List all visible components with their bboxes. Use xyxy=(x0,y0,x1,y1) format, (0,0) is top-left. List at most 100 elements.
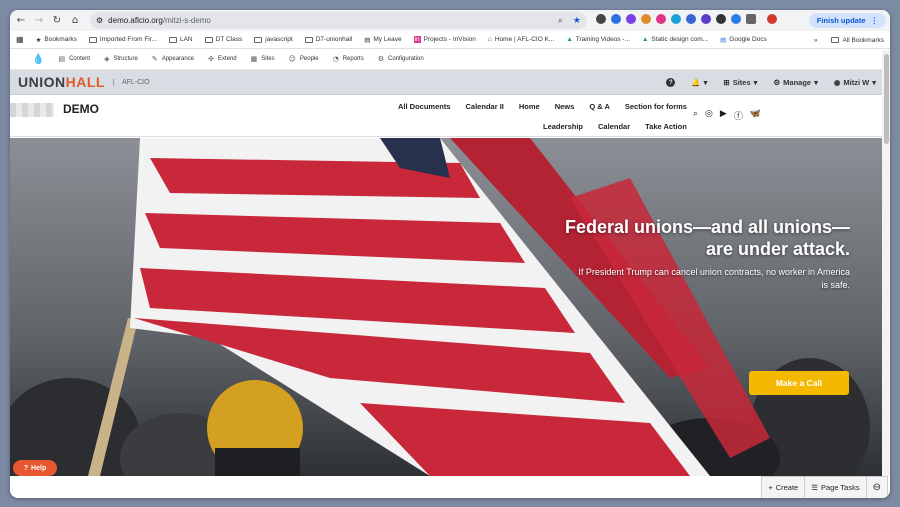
finish-update-button[interactable]: Finish update ⋮ xyxy=(808,13,886,28)
create-button[interactable]: + Create xyxy=(762,476,806,498)
admin-menu-configuration[interactable]: ⚙ Configuration xyxy=(378,55,424,63)
extension-icon[interactable] xyxy=(686,14,696,24)
apps-grid-icon[interactable]: ▦ xyxy=(16,35,24,44)
manage-menu-button[interactable]: ⚙ Manage ▾ xyxy=(773,78,817,87)
back-icon[interactable]: ← xyxy=(14,14,28,28)
extension-icon[interactable] xyxy=(641,14,651,24)
help-circle-icon[interactable]: ? xyxy=(666,78,676,87)
menu-item-calendar-ii[interactable]: Calendar II xyxy=(466,102,504,111)
site-name[interactable]: DEMO xyxy=(63,102,99,116)
admin-menu-label: Sites xyxy=(261,56,275,62)
drive-icon: ▲ xyxy=(641,36,649,43)
folder-icon xyxy=(88,36,97,43)
bookmark-folder[interactable]: Imported From Fir... xyxy=(88,36,157,43)
browser-toolbar: ← → ↻ ⌂ ⚙ demo.aflcio.org/mitzi-s-demo ⌕… xyxy=(10,10,890,31)
unionhall-logo[interactable]: UNIONHALL xyxy=(18,74,105,90)
instagram-icon[interactable]: ◎ xyxy=(705,109,713,122)
bookmark-folder[interactable]: D7-unionhall xyxy=(304,36,352,43)
user-name: Mitzi W xyxy=(843,78,870,87)
drupal-drop-icon[interactable]: 💧 xyxy=(32,54,44,65)
menu-item-news[interactable]: News xyxy=(555,102,575,111)
help-button[interactable]: ? Help xyxy=(13,460,57,476)
puzzle-icon[interactable] xyxy=(746,14,756,24)
facebook-icon[interactable]: ⓕ xyxy=(734,109,743,122)
menu-item-take-action[interactable]: Take Action xyxy=(645,122,687,131)
bookmark-folder[interactable]: DT Class xyxy=(204,36,242,43)
admin-menu-structure[interactable]: ◈ Structure xyxy=(104,55,138,63)
people-icon: ☺ xyxy=(288,55,296,63)
page-tasks-label: Page Tasks xyxy=(820,483,860,492)
bookmark-item[interactable]: ▲ Training Videos -... xyxy=(566,36,630,43)
bluesky-icon[interactable]: 🦋 xyxy=(750,109,761,122)
notifications-button[interactable]: 🔔 ▾ xyxy=(691,78,707,87)
site-info-icon[interactable]: ⚙ xyxy=(96,16,103,25)
extension-icon[interactable] xyxy=(596,14,606,24)
extension-icon[interactable] xyxy=(731,14,741,24)
user-menu-button[interactable]: ◉ Mitzi W ▾ xyxy=(834,78,876,87)
site-logo-image[interactable] xyxy=(10,103,54,117)
admin-menu-content[interactable]: ▤ Content xyxy=(58,55,90,63)
bookmark-item[interactable]: ★ Bookmarks xyxy=(36,36,77,44)
bookmark-item[interactable]: ⌂ Home | AFL-CIO K... xyxy=(488,36,554,43)
bookmark-star-icon[interactable]: ★ xyxy=(573,15,581,26)
menu-item-home[interactable]: Home xyxy=(519,102,540,111)
page-tasks-button[interactable]: ☰ Page Tasks xyxy=(805,476,867,498)
admin-menu-appearance[interactable]: ✎ Appearance xyxy=(152,55,194,63)
extension-icon[interactable] xyxy=(656,14,666,24)
all-bookmarks-folder[interactable]: All Bookmarks xyxy=(831,37,884,44)
content-icon: ▤ xyxy=(58,55,66,63)
main-menu-row-2: Leadership Calendar Take Action xyxy=(543,122,687,131)
extension-icon[interactable] xyxy=(701,14,711,24)
bookmark-folder[interactable]: LAN xyxy=(168,36,193,43)
home-icon[interactable]: ⌂ xyxy=(68,14,82,28)
menu-item-section-for-forms[interactable]: Section for forms xyxy=(625,102,687,111)
folder-icon xyxy=(254,36,263,43)
extension-icon[interactable] xyxy=(716,14,726,24)
admin-menu-sites[interactable]: ▦ Sites xyxy=(251,55,275,63)
admin-menu-label: Appearance xyxy=(161,56,195,62)
manage-label: Manage xyxy=(783,78,812,87)
youtube-icon[interactable]: ▶ xyxy=(720,109,727,122)
bookmark-label: Training Videos -... xyxy=(575,36,630,43)
collapse-button[interactable]: ⊖ xyxy=(867,477,887,499)
admin-menu-reports[interactable]: ◔ Reports xyxy=(333,55,364,63)
scrollbar-thumb[interactable] xyxy=(884,54,889,144)
reload-icon[interactable]: ↻ xyxy=(50,14,64,28)
search-icon[interactable]: ⌕ xyxy=(693,109,698,122)
menu-item-calendar[interactable]: Calendar xyxy=(598,122,630,131)
user-circle-icon: ◉ xyxy=(833,78,841,87)
bookmark-label: Imported From Fir... xyxy=(99,36,157,43)
folder-icon xyxy=(204,36,213,43)
zoom-icon[interactable]: ⌕ xyxy=(558,15,563,26)
make-a-call-button[interactable]: Make a Call xyxy=(749,371,849,395)
forward-icon[interactable]: → xyxy=(32,14,46,28)
menu-item-qa[interactable]: Q & A xyxy=(589,102,610,111)
home-icon: ⌂ xyxy=(487,36,492,43)
logo-hall-text: HALL xyxy=(65,74,105,90)
extension-icon[interactable] xyxy=(611,14,621,24)
bookmark-label: LAN xyxy=(179,36,193,43)
admin-menu-label: Configuration xyxy=(388,56,424,62)
sites-icon: ▦ xyxy=(250,55,258,63)
org-label: AFL-CIO xyxy=(112,78,150,86)
bookmark-item[interactable]: ▲ Static design com... xyxy=(642,36,708,43)
extension-icon[interactable] xyxy=(626,14,636,24)
page-actions-bar: + Create ☰ Page Tasks ⊖ xyxy=(761,476,888,498)
menu-item-all-documents[interactable]: All Documents xyxy=(398,102,451,111)
bookmark-folder[interactable]: javascript xyxy=(254,36,293,43)
menu-item-leadership[interactable]: Leadership xyxy=(543,122,583,131)
bookmark-item[interactable]: ▤ My Leave xyxy=(364,36,401,44)
appearance-icon: ✎ xyxy=(151,55,158,63)
admin-menu-extend[interactable]: ✣ Extend xyxy=(208,55,237,63)
address-bar[interactable]: ⚙ demo.aflcio.org/mitzi-s-demo ⌕ ★ xyxy=(90,12,587,29)
structure-icon: ◈ xyxy=(104,55,110,63)
admin-menu-people[interactable]: ☺ People xyxy=(289,55,319,63)
bookmarks-overflow-button[interactable]: » xyxy=(814,37,818,44)
list-icon: ☰ xyxy=(811,483,818,492)
bookmark-item[interactable]: in Projects - InVision xyxy=(413,36,476,43)
profile-avatar-icon[interactable] xyxy=(767,14,777,24)
sites-menu-button[interactable]: ⊞ Sites ▾ xyxy=(723,78,757,87)
extension-icon[interactable] xyxy=(671,14,681,24)
hero-banner: Federal unions—and all unions—are under … xyxy=(10,138,882,476)
bookmark-item[interactable]: ▤ Google Docs xyxy=(720,36,767,44)
